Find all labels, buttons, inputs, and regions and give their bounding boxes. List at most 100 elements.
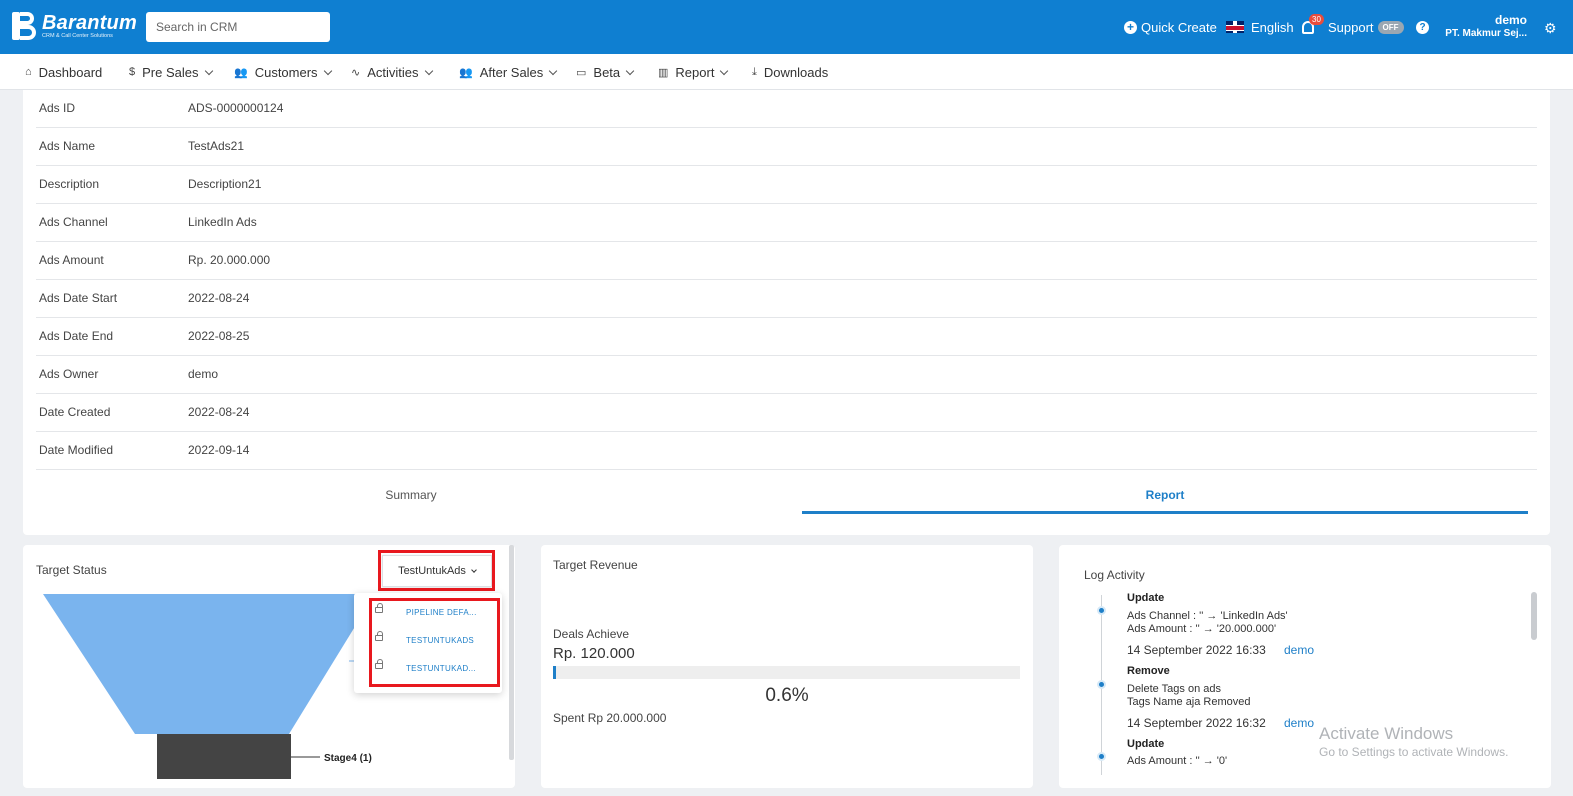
users-icon: 👥: [234, 66, 248, 79]
log-entry-line: Ads Amount : '' → '20.000.000': [1127, 623, 1277, 635]
detail-label: Ads Owner: [39, 367, 99, 381]
deals-achieve-label: Deals Achieve: [553, 627, 630, 641]
chevron-down-icon: [323, 66, 332, 75]
detail-label: Ads Date Start: [39, 291, 118, 305]
nav-label: Dashboard: [38, 64, 103, 80]
chevron-down-icon: [720, 66, 729, 75]
watermark-subtitle: Go to Settings to activate Windows.: [1319, 745, 1509, 759]
detail-label: Description: [39, 177, 100, 191]
nav-label: Customers: [254, 64, 318, 80]
log-entry-date: 14 September 2022 16:33: [1127, 643, 1266, 657]
log-entry-line: Tags Name aja Removed: [1127, 696, 1251, 708]
user-name: demo: [1494, 13, 1527, 27]
stage-label: Stage4 (1): [324, 753, 372, 764]
log-entry-line: Ads Amount : '' → '0': [1127, 755, 1228, 767]
funnel-stage4: [157, 734, 291, 779]
detail-row-date-created: Date Created 2022-08-24: [36, 394, 1537, 432]
detail-label: Date Modified: [39, 443, 114, 457]
chevron-down-icon: [549, 66, 558, 75]
help-button[interactable]: ?: [1416, 0, 1429, 54]
detail-label: Date Created: [39, 405, 111, 419]
support-label: Support: [1328, 19, 1374, 35]
target-revenue-title: Target Revenue: [553, 558, 638, 572]
detail-value: 2022-08-25: [188, 329, 250, 343]
detail-label: Ads ID: [39, 101, 76, 115]
deals-progress-fill: [553, 666, 556, 679]
nav-pre-sales[interactable]: $ Pre Sales: [129, 54, 213, 90]
detail-value: 2022-08-24: [188, 291, 250, 305]
dollar-icon: $: [129, 66, 136, 78]
notification-button[interactable]: [1302, 0, 1314, 54]
timeline-dot: [1097, 752, 1106, 761]
highlight-box-dropdown: [378, 550, 495, 591]
nav-dashboard[interactable]: ⌂ Dashboard: [25, 54, 102, 90]
support-status-badge[interactable]: OFF: [1377, 20, 1404, 34]
main-nav: ⌂ Dashboard $ Pre Sales 👥 Customers ∿ Ac…: [0, 54, 1573, 90]
log-scrollbar[interactable]: [1531, 592, 1537, 640]
user-menu[interactable]: demo PT. Makmur Sej...: [1440, 13, 1527, 40]
watermark-title: Activate Windows: [1319, 724, 1454, 743]
detail-label: Ads Name: [39, 139, 96, 153]
nav-label: After Sales: [479, 64, 544, 80]
detail-value: ADS-0000000124: [188, 101, 284, 115]
quick-create-button[interactable]: + Quick Create: [1124, 0, 1217, 54]
tab-report[interactable]: Report: [802, 488, 1528, 514]
log-entry-type: Update: [1127, 738, 1165, 750]
log-activity-title: Log Activity: [1084, 568, 1145, 582]
log-entry-line: Ads Channel : '' → 'LinkedIn Ads': [1127, 610, 1288, 622]
detail-value: demo: [188, 367, 219, 381]
language-label: English: [1251, 19, 1294, 35]
detail-label: Ads Amount: [39, 253, 104, 267]
detail-row-description: Description Description21: [36, 166, 1537, 204]
target-status-scrollbar[interactable]: [509, 545, 514, 760]
quick-create-label: Quick Create: [1141, 19, 1217, 35]
nav-label: Activities: [367, 64, 419, 80]
highlight-box-menu: [369, 598, 500, 687]
notification-badge: 30: [1309, 14, 1324, 25]
detail-value: LinkedIn Ads: [188, 215, 257, 229]
detail-row-ads-owner: Ads Owner demo: [36, 356, 1537, 394]
nav-report[interactable]: ▥ Report: [658, 54, 729, 90]
windows-watermark: Activate Windows Go to Settings to activ…: [1319, 724, 1508, 760]
detail-row-ads-id: Ads ID ADS-0000000124: [36, 90, 1537, 128]
log-entry-user[interactable]: demo: [1284, 643, 1314, 657]
support-toggle[interactable]: Support OFF: [1328, 0, 1404, 54]
gear-icon[interactable]: ⚙: [1544, 20, 1557, 37]
users-icon: 👥: [459, 66, 473, 79]
log-entry-line: Delete Tags on ads: [1127, 683, 1221, 695]
log-entry-type: Remove: [1127, 665, 1170, 677]
log-entry-date: 14 September 2022 16:32: [1127, 716, 1266, 730]
detail-value: Rp. 20.000.000: [188, 253, 271, 267]
language-selector[interactable]: English: [1226, 0, 1294, 54]
download-icon: ⤓: [752, 65, 757, 78]
nav-label: Pre Sales: [142, 64, 199, 80]
nav-downloads[interactable]: ⤓ Downloads: [752, 54, 828, 90]
detail-row-ads-name: Ads Name TestAds21: [36, 128, 1537, 166]
uk-flag-icon: [1226, 21, 1244, 33]
log-entry-user[interactable]: demo: [1284, 716, 1314, 730]
help-icon: ?: [1416, 20, 1429, 34]
detail-row-date-modified: Date Modified 2022-09-14: [36, 432, 1537, 470]
logo-tagline: CRM & Call Center Solutions: [42, 32, 113, 39]
nav-label: Beta: [593, 64, 621, 80]
nav-label: Report: [675, 64, 715, 80]
search-input[interactable]: [146, 12, 330, 42]
nav-customers[interactable]: 👥 Customers: [234, 54, 332, 90]
nav-activities[interactable]: ∿ Activities: [351, 54, 433, 90]
ads-detail-card: Ads ID ADS-0000000124 Ads Name TestAds21…: [23, 90, 1550, 535]
detail-value: Description21: [188, 177, 262, 191]
timeline-dot: [1097, 680, 1106, 689]
detail-label: Ads Date End: [39, 329, 114, 343]
home-icon: ⌂: [25, 66, 32, 78]
timeline-dot: [1097, 606, 1106, 615]
logo-name: Barantum: [42, 11, 137, 34]
nav-label: Downloads: [763, 64, 829, 80]
chevron-down-icon: [625, 66, 635, 75]
detail-value: 2022-08-24: [188, 405, 250, 419]
nav-beta[interactable]: ▭ Beta: [576, 54, 635, 90]
folder-icon: ▭: [576, 66, 587, 79]
barantum-logo[interactable]: Barantum CRM & Call Center Solutions: [12, 10, 137, 42]
nav-after-sales[interactable]: 👥 After Sales: [459, 54, 558, 90]
tab-summary[interactable]: Summary: [36, 488, 786, 514]
chevron-down-icon: [204, 66, 213, 75]
